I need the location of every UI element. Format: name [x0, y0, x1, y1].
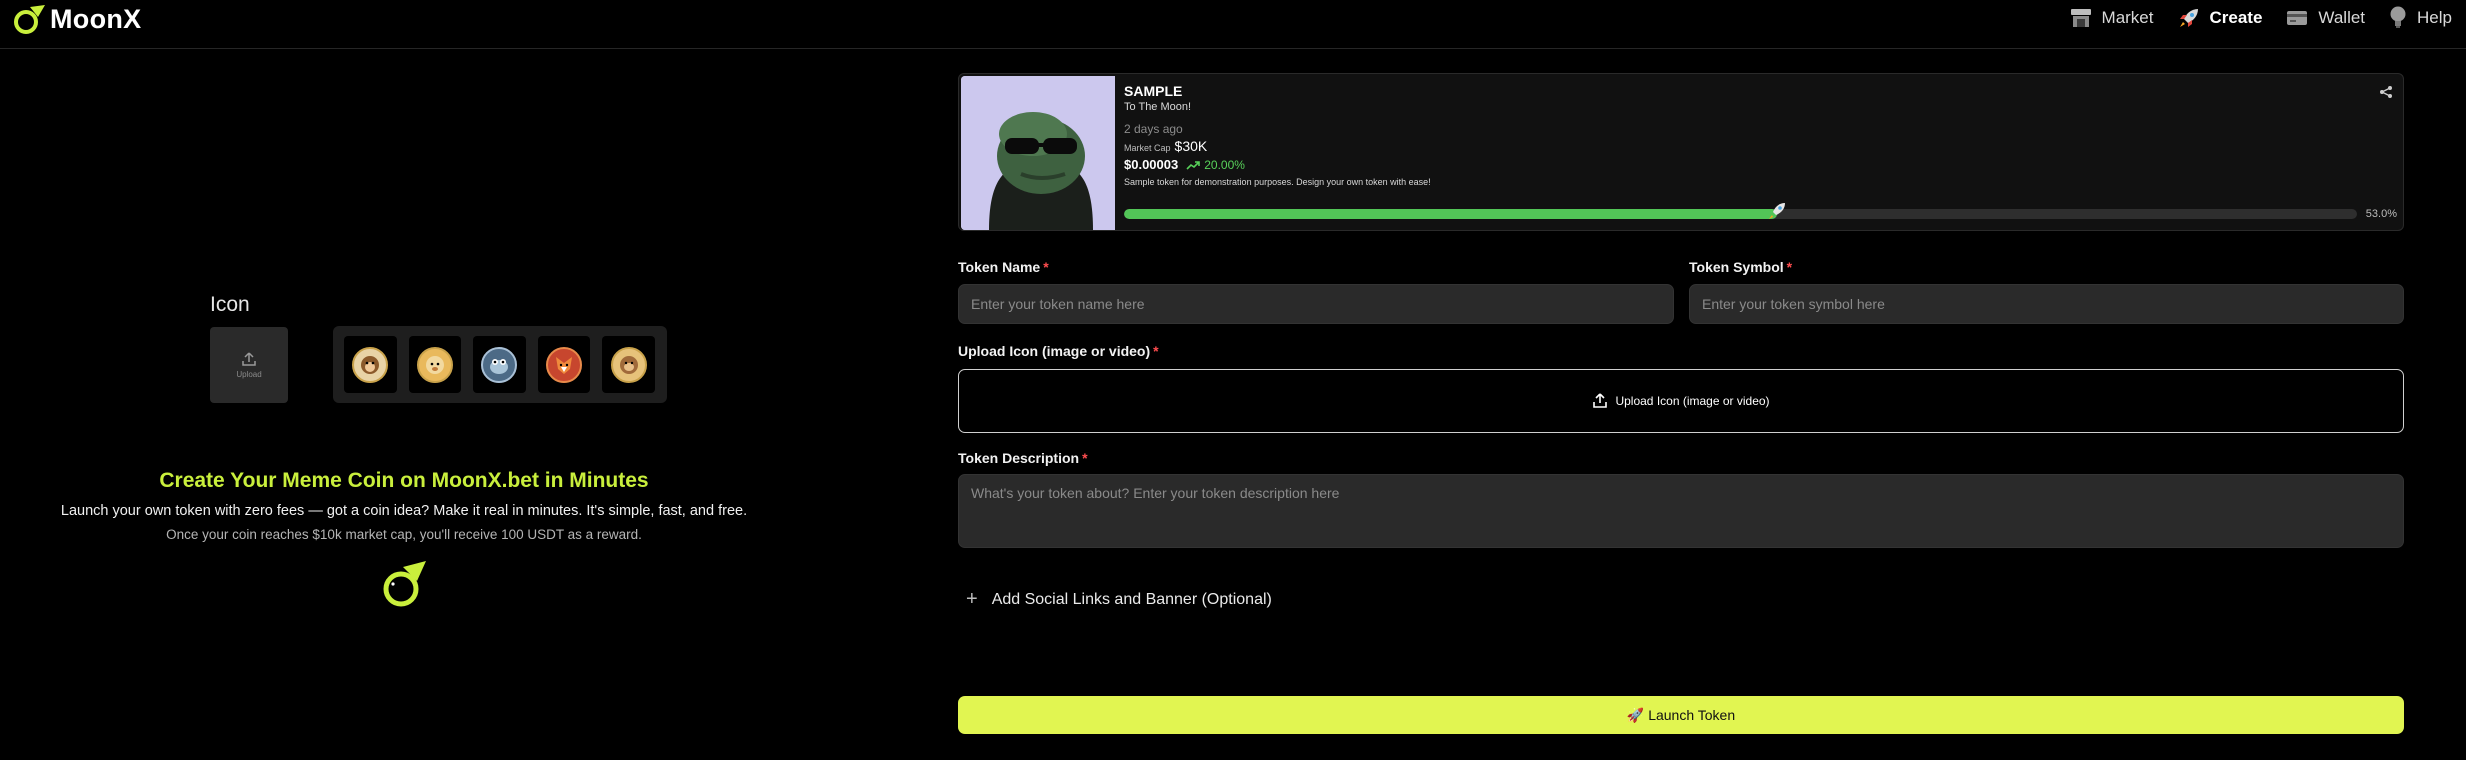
- price-change: 20.00%: [1186, 158, 1245, 172]
- token-description-label: Token Description *: [958, 450, 1088, 466]
- monkey-coin-icon: [352, 346, 389, 383]
- token-name-label: Token Name *: [958, 259, 1049, 275]
- nav-wallet[interactable]: Wallet: [2286, 8, 2365, 28]
- plus-icon: +: [966, 588, 978, 610]
- brand-name: MoonX: [50, 4, 142, 34]
- nav-market-label: Market: [2101, 8, 2154, 27]
- moon-logo-icon: [383, 561, 426, 607]
- brand-logo[interactable]: MoonX: [12, 4, 141, 35]
- market-cap-label: Market Cap: [1124, 143, 1171, 153]
- launch-token-label: 🚀 Launch Token: [1626, 706, 1736, 723]
- frog-avatar-icon: [961, 76, 1115, 230]
- token-name: SAMPLE: [1124, 83, 1183, 99]
- main-nav: Market Create Wallet Help: [2046, 4, 2452, 32]
- wallet-icon: [2287, 11, 2308, 25]
- lightbulb-icon: [2390, 6, 2406, 28]
- upload-icon-button[interactable]: Upload Icon (image or video): [958, 369, 2404, 433]
- upload-icon: [1593, 393, 1608, 408]
- market-cap-value: $30K: [1174, 138, 1208, 154]
- upload-icon-label-text: Upload Icon (image or video): [958, 343, 1151, 359]
- promo-subline: Launch your own token with zero fees — g…: [60, 503, 748, 519]
- token-description-label-text: Token Description: [958, 450, 1080, 466]
- nav-help-label: Help: [2417, 8, 2452, 27]
- preset-fox[interactable]: [537, 336, 591, 393]
- token-symbol-label: Token Symbol *: [1689, 259, 1792, 275]
- required-mark: *: [1082, 450, 1088, 466]
- preset-icon-tray: [333, 326, 667, 403]
- frog-coin-icon: [481, 346, 518, 383]
- upload-icon: [242, 352, 256, 366]
- token-description: Sample token for demonstration purposes.…: [1124, 177, 1431, 187]
- doge-coin-icon: [416, 346, 453, 383]
- token-tagline: To The Moon!: [1124, 101, 1192, 113]
- launch-token-button[interactable]: 🚀 Launch Token: [958, 696, 2404, 734]
- ape-coin-icon: [610, 346, 647, 383]
- share-icon[interactable]: [2379, 85, 2393, 99]
- required-mark: *: [1786, 259, 1793, 275]
- add-social-links-label: Add Social Links and Banner (Optional): [991, 590, 1272, 608]
- bonding-progress-label: 53.0%: [2365, 208, 2397, 220]
- sample-token-card[interactable]: SAMPLE To The Moon! 2 days ago Market Ca…: [958, 73, 2404, 231]
- token-symbol-input[interactable]: [1689, 284, 2404, 324]
- rocket-icon: [1769, 203, 1786, 219]
- token-name-input[interactable]: [958, 284, 1674, 324]
- top-nav-bar: MoonX Market Create Wallet Help: [0, 0, 2466, 49]
- token-symbol-label-text: Token Symbol: [1689, 259, 1784, 275]
- token-image: [961, 76, 1115, 230]
- rocket-icon: [2179, 9, 2198, 27]
- promo-reward-text: Once your coin reaches $10k market cap, …: [166, 527, 642, 542]
- nav-create[interactable]: Create: [2178, 7, 2263, 29]
- upload-icon-button-label: Upload Icon (image or video): [1615, 394, 1770, 408]
- token-name-label-text: Token Name: [958, 259, 1041, 275]
- preset-doge[interactable]: [408, 336, 462, 393]
- preset-ape[interactable]: [602, 336, 655, 393]
- required-mark: *: [1153, 343, 1159, 359]
- preset-frog[interactable]: [473, 336, 526, 393]
- store-icon: [2070, 9, 2091, 27]
- nav-help[interactable]: Help: [2389, 6, 2452, 30]
- promo-headline: Create Your Meme Coin on MoonX.bet in Mi…: [159, 469, 649, 492]
- market-cap: Market Cap $30K: [1124, 138, 1207, 154]
- required-mark: *: [1043, 259, 1049, 275]
- nav-market[interactable]: Market: [2070, 8, 2154, 28]
- nav-create-label: Create: [2209, 8, 2263, 27]
- bonding-progress-bar: [1124, 209, 2357, 219]
- nav-wallet-label: Wallet: [2318, 8, 2366, 27]
- token-price-row: $0.00003 20.00%: [1124, 157, 1245, 172]
- icon-upload-box[interactable]: Upload: [210, 327, 288, 403]
- trend-up-icon: [1186, 160, 1201, 170]
- moon-logo-icon: [14, 4, 45, 34]
- fox-coin-icon: [546, 346, 583, 383]
- add-social-links-toggle[interactable]: + Add Social Links and Banner (Optional): [966, 588, 1272, 611]
- bonding-progress-fill: [1124, 209, 1778, 219]
- price-change-value: 20.00%: [1204, 157, 1245, 172]
- preset-monkey[interactable]: [344, 336, 397, 393]
- token-price: $0.00003: [1124, 157, 1179, 172]
- upload-icon-label: Upload Icon (image or video) *: [958, 343, 1159, 359]
- token-description-input[interactable]: [958, 474, 2404, 548]
- icon-section-label: Icon: [210, 293, 250, 316]
- upload-box-label: Upload: [236, 370, 262, 379]
- token-created-time: 2 days ago: [1124, 122, 1183, 136]
